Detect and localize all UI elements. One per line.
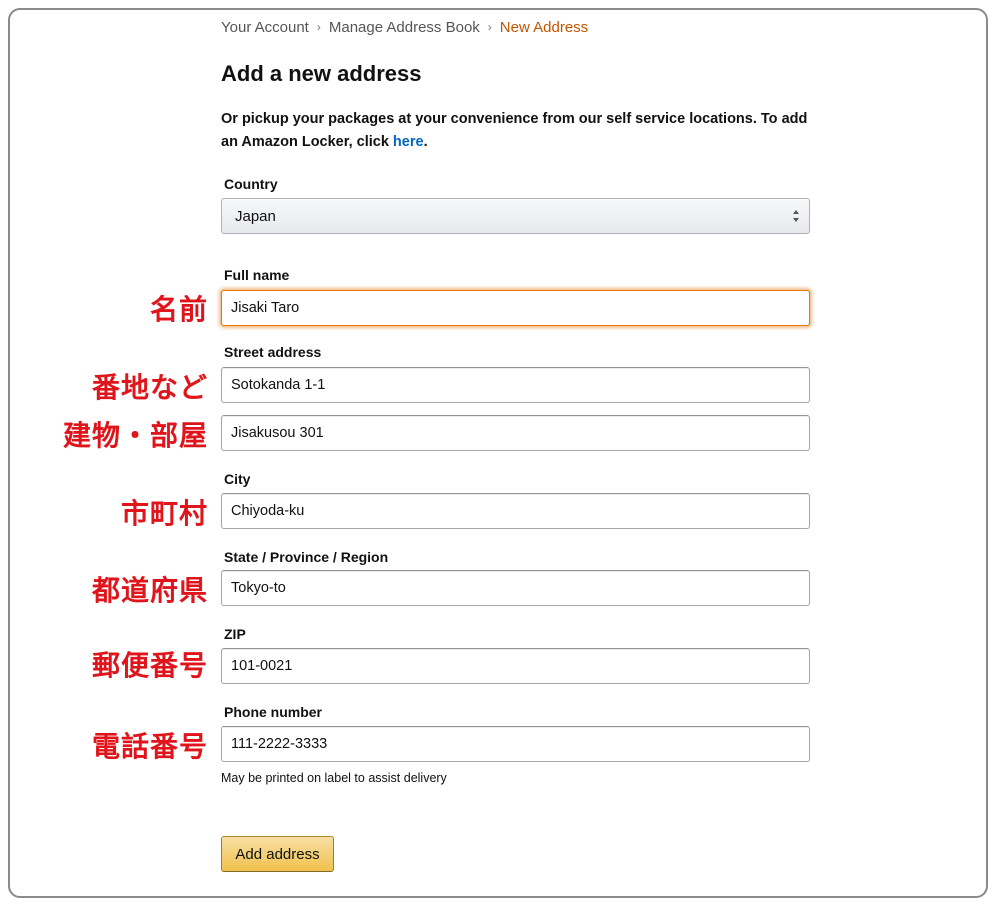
state-input[interactable] — [221, 570, 810, 606]
amazon-locker-link[interactable]: here — [393, 134, 424, 150]
intro-text: Or pickup your packages at your convenie… — [221, 111, 808, 150]
annotation-zip: 郵便番号 — [91, 649, 208, 682]
annotation-street1: 番地など — [91, 371, 208, 404]
intro-suffix: . — [423, 134, 428, 150]
street-address-label: Street address — [224, 344, 322, 360]
full-name-input[interactable] — [221, 290, 810, 326]
breadcrumb: Your Account › Manage Address Book › New… — [221, 17, 588, 37]
breadcrumb-manage-address-book[interactable]: Manage Address Book — [329, 19, 480, 36]
street-address-line2-input[interactable] — [221, 415, 810, 451]
phone-help-text: May be printed on label to assist delive… — [221, 771, 447, 785]
country-select[interactable]: Japan — [221, 198, 810, 234]
country-label: Country — [224, 176, 278, 192]
select-arrows-icon — [793, 210, 799, 222]
annotation-name: 名前 — [149, 293, 208, 326]
add-address-button[interactable]: Add address — [221, 836, 334, 872]
annotation-state: 都道府県 — [91, 574, 208, 607]
annotation-street2: 建物・部屋 — [62, 419, 208, 452]
page-title: Add a new address — [221, 61, 422, 86]
city-input[interactable] — [221, 493, 810, 529]
state-label: State / Province / Region — [224, 549, 389, 565]
phone-input[interactable] — [221, 726, 810, 762]
phone-label: Phone number — [224, 704, 323, 720]
zip-input[interactable] — [221, 648, 810, 684]
city-label: City — [224, 471, 251, 487]
street-address-line1-input[interactable] — [221, 367, 810, 403]
zip-label: ZIP — [224, 626, 246, 642]
full-name-label: Full name — [224, 267, 290, 283]
breadcrumb-new-address: New Address — [499, 18, 589, 36]
breadcrumb-separator-icon: › — [316, 20, 321, 34]
breadcrumb-separator-icon: › — [487, 20, 492, 34]
country-selected-value: Japan — [235, 207, 276, 225]
annotation-city: 市町村 — [120, 497, 208, 530]
annotation-phone: 電話番号 — [91, 730, 208, 763]
breadcrumb-your-account[interactable]: Your Account — [221, 19, 309, 36]
locker-intro-text: Or pickup your packages at your convenie… — [221, 108, 821, 154]
